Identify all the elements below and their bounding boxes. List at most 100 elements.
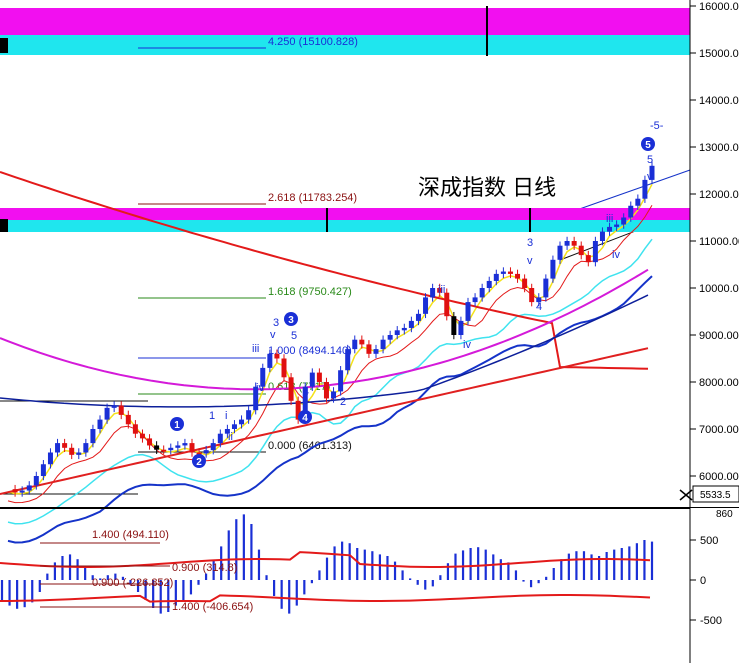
- macd-panel: 1.400 (494.110) 0.900 (314.8) 0.900 (-22…: [0, 508, 739, 663]
- wave-sub-4b: 4: [536, 301, 542, 313]
- candle: [69, 443, 75, 460]
- wave-sub-iv-b: iv: [463, 339, 471, 351]
- macd-tick-label: 0: [700, 575, 706, 587]
- candle: [161, 445, 167, 455]
- candle: [139, 429, 145, 443]
- candle: [373, 344, 379, 359]
- candle: [132, 420, 138, 438]
- band-cyan-mid: [0, 220, 690, 232]
- candle: [479, 283, 485, 302]
- svg-text:2: 2: [196, 457, 202, 468]
- wave-sub-iii: iii: [252, 343, 259, 355]
- candle: [500, 267, 506, 279]
- wave-sub-5b: 5: [647, 154, 653, 166]
- price-tick-label: 16000.00: [699, 1, 739, 13]
- wave-sub-v-b: v: [527, 255, 533, 267]
- wave-sub-4: 4: [303, 386, 309, 398]
- candle: [515, 269, 521, 283]
- price-tick-label: 13000.00: [699, 142, 739, 154]
- candle: [522, 274, 528, 293]
- candle: [40, 460, 46, 481]
- candle: [578, 241, 584, 260]
- fib-label-4250: 4.250 (15100.828): [268, 36, 358, 48]
- wave-circle-5: 5: [641, 137, 655, 151]
- candle: [359, 335, 365, 349]
- wave-sub-iii-c: iii: [606, 213, 613, 225]
- svg-text:4: 4: [302, 413, 308, 424]
- macd-top-value: 860: [716, 509, 733, 520]
- wave-circle-2: 2: [192, 454, 206, 468]
- candle: [345, 344, 351, 375]
- candle: [125, 410, 131, 429]
- band-marker: [0, 219, 8, 232]
- svg-text:3: 3: [288, 315, 294, 326]
- wave-sub-1: 1: [209, 410, 215, 422]
- price-tick-label: 7000.00: [699, 424, 739, 436]
- fib-label-1000: 1.000 (8494.140): [268, 345, 352, 357]
- macd-upper-envelope: [0, 551, 651, 568]
- candle: [147, 434, 153, 450]
- chart-title: 深成指数 日线: [418, 175, 556, 200]
- candle: [465, 297, 471, 326]
- candle: [111, 401, 117, 413]
- macd-tick-label: 500: [700, 535, 718, 547]
- candle: [585, 250, 591, 267]
- wave-circle-3: 3: [284, 312, 298, 326]
- current-price: 5533.5: [700, 490, 731, 501]
- macd-level-label: 1.400 (494.110): [92, 529, 169, 541]
- price-tick-label: 15000.00: [699, 48, 739, 60]
- fib-label-1618: 1.618 (9750.427): [268, 286, 352, 298]
- macd-tick-label: -500: [700, 615, 722, 627]
- candle: [168, 443, 174, 455]
- wave-sub-iv-c: iv: [612, 249, 620, 261]
- price-tick-label: 12000.00: [699, 189, 739, 201]
- band-marker: [0, 38, 8, 53]
- price-axis: 16000.00 15000.00 14000.00 13000.00 12000.00…: [679, 0, 739, 508]
- candle: [338, 366, 344, 396]
- candle: [76, 448, 82, 460]
- candle: [288, 373, 294, 406]
- wave-sub-iv: iv: [256, 382, 264, 394]
- price-tick-label: 14000.00: [699, 95, 739, 107]
- wave-sub-v: v: [270, 329, 276, 341]
- stock-chart: 4.250 (15100.828) 2.618 (11783.254) 1.61…: [0, 0, 739, 663]
- macd-lower-envelope: [0, 594, 651, 603]
- wave-sub-5: 5: [291, 330, 297, 342]
- svg-text:5: 5: [645, 140, 651, 151]
- candle: [458, 316, 464, 340]
- band-magenta-mid: [0, 208, 690, 220]
- candle: [592, 236, 598, 267]
- wave-circle-1: 1: [170, 417, 184, 431]
- wave-sub-v-c: v: [647, 171, 653, 183]
- band-magenta-top: [0, 8, 690, 35]
- candle: [564, 236, 570, 250]
- candle: [352, 335, 358, 354]
- wave-sub-i: i: [225, 410, 227, 422]
- price-tick-label: 10000.00: [699, 283, 739, 295]
- candle: [415, 309, 421, 326]
- wave-sub-iii-b: iii: [438, 284, 445, 296]
- wave-sub-2: 2: [340, 396, 346, 408]
- macd-level-label: 1.400 (-406.654): [172, 601, 253, 613]
- candle: [239, 415, 245, 429]
- macd-level-label: 0.900 (-226.852): [92, 577, 173, 589]
- svg-text:1: 1: [174, 420, 180, 431]
- candle: [189, 438, 195, 457]
- wave-sub-3b: 3: [527, 237, 533, 249]
- price-tick-label: 9000.00: [699, 330, 739, 342]
- wave-circle-4: 4: [298, 410, 312, 424]
- candle: [118, 401, 124, 420]
- candle: [529, 283, 535, 307]
- candle: [423, 293, 429, 319]
- candle: [246, 405, 252, 424]
- price-tick-label: 6000.00: [699, 471, 739, 483]
- wave-sub-ii: ii: [228, 431, 233, 443]
- candle: [543, 274, 549, 302]
- candle: [366, 340, 372, 359]
- macd-level-label: 0.900 (314.8): [172, 562, 237, 574]
- fib-label-2618: 2.618 (11783.254): [268, 192, 357, 204]
- candle: [472, 293, 478, 307]
- wave-sub-3: 3: [273, 317, 279, 329]
- candle: [281, 354, 287, 382]
- price-tick-label: 8000.00: [699, 377, 739, 389]
